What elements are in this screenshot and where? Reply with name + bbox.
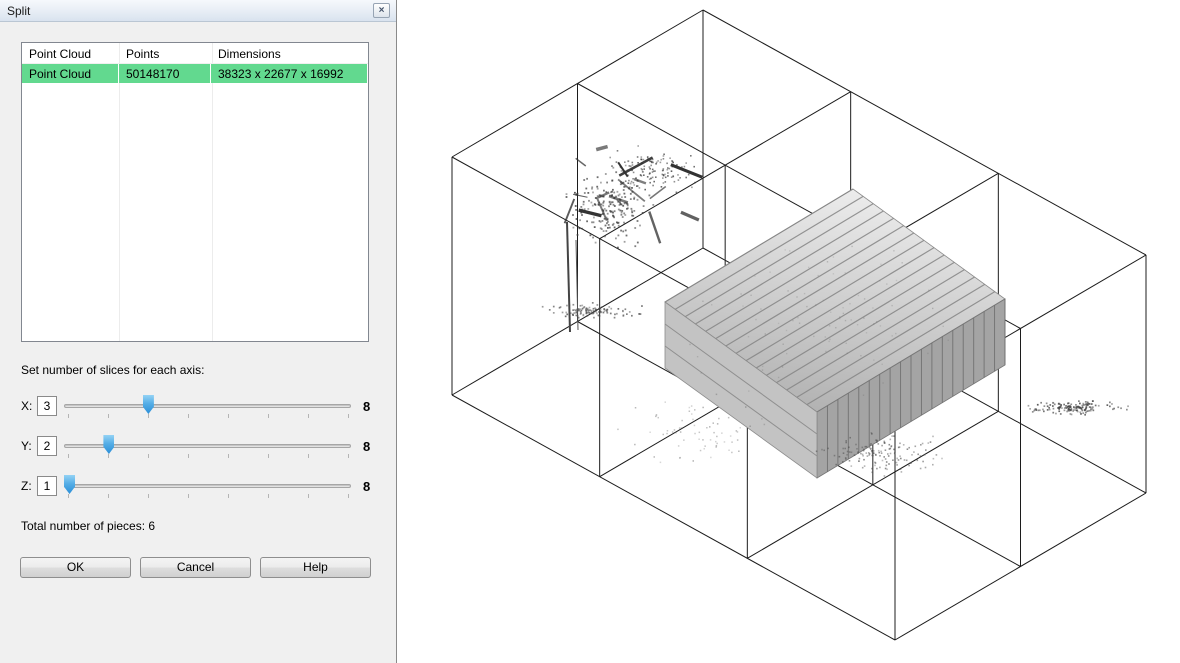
tick-marks: [68, 414, 349, 418]
x-slider-thumb[interactable]: [143, 395, 154, 414]
help-button[interactable]: Help: [260, 557, 371, 578]
x-slider[interactable]: [64, 393, 351, 419]
y-slider[interactable]: [64, 433, 351, 459]
total-pieces-label: Total number of pieces: 6: [21, 519, 396, 533]
y-slider-row: Y: 8: [21, 433, 396, 459]
table-header: Point CloudPointsDimensions: [22, 43, 368, 64]
x-slider-row: X: 8: [21, 393, 396, 419]
y-axis-label: Y:: [21, 439, 37, 453]
z-axis-label: Z:: [21, 479, 37, 493]
z-slider-track[interactable]: [64, 484, 351, 488]
close-icon: ×: [379, 6, 385, 16]
z-slider[interactable]: [64, 473, 351, 499]
application-window: Split × Point CloudPointsDimensions Poin…: [0, 0, 1180, 663]
table-cell: 50148170: [119, 64, 211, 83]
z-slider-row: Z: 8: [21, 473, 396, 499]
table-cell: Point Cloud: [22, 64, 119, 83]
ok-button[interactable]: OK: [20, 557, 131, 578]
tick-marks: [68, 494, 349, 498]
table-row[interactable]: Point Cloud5014817038323 x 22677 x 16992: [22, 64, 368, 83]
table-cell: 38323 x 22677 x 16992: [211, 64, 368, 83]
tick-marks: [68, 454, 349, 458]
z-value-input[interactable]: [37, 476, 57, 496]
x-axis-label: X:: [21, 399, 37, 413]
close-button[interactable]: ×: [373, 3, 390, 18]
x-value-input[interactable]: [37, 396, 57, 416]
column-header-point-cloud[interactable]: Point Cloud: [22, 43, 119, 63]
dialog-buttons: OK Cancel Help: [20, 557, 396, 578]
dialog-title: Split: [7, 4, 373, 18]
column-header-points[interactable]: Points: [119, 43, 211, 63]
column-separator: [119, 43, 120, 341]
split-dialog: Split × Point CloudPointsDimensions Poin…: [0, 0, 397, 663]
z-max-label: 8: [363, 479, 370, 494]
y-value-input[interactable]: [37, 436, 57, 456]
column-header-dimensions[interactable]: Dimensions: [211, 43, 368, 63]
z-slider-thumb[interactable]: [64, 475, 75, 494]
x-slider-track[interactable]: [64, 404, 351, 408]
3d-viewport[interactable]: [397, 0, 1180, 663]
y-max-label: 8: [363, 439, 370, 454]
point-cloud-truck: [665, 189, 1005, 478]
slice-sliders: X: 8 Y: 8 Z: 8: [21, 393, 396, 499]
y-slider-thumb[interactable]: [103, 435, 114, 454]
table-body: Point Cloud5014817038323 x 22677 x 16992: [22, 64, 368, 83]
x-max-label: 8: [363, 399, 370, 414]
cancel-button[interactable]: Cancel: [140, 557, 251, 578]
point-cloud-scene: [397, 0, 1180, 663]
column-separator: [212, 43, 213, 341]
slices-label: Set number of slices for each axis:: [21, 363, 396, 377]
dialog-titlebar[interactable]: Split ×: [0, 0, 396, 22]
point-cloud-table: Point CloudPointsDimensions Point Cloud5…: [21, 42, 369, 342]
